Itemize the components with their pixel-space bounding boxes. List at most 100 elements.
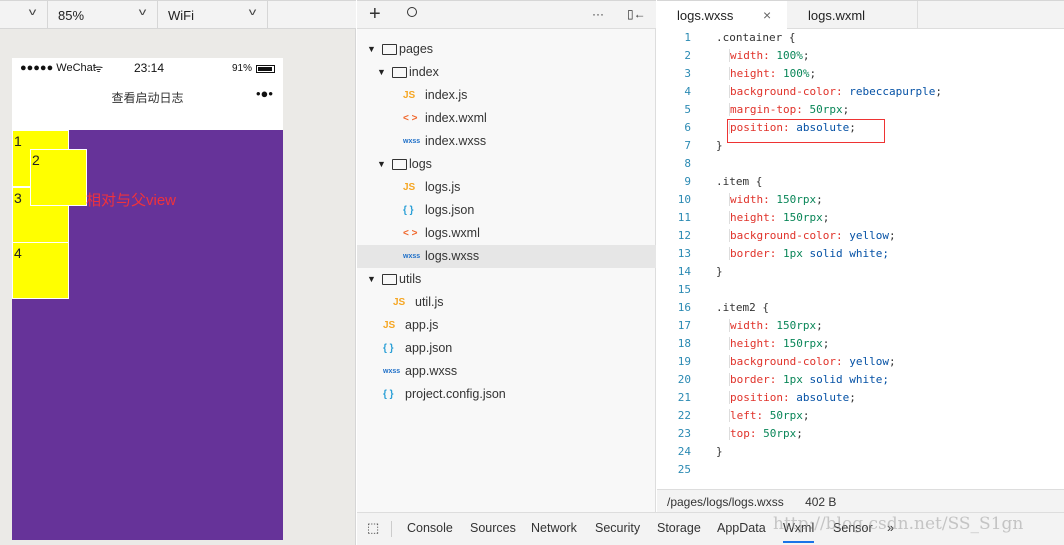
tab-label: logs.wxss: [677, 8, 734, 23]
code-line: }: [716, 445, 723, 458]
code-line: }: [716, 139, 723, 152]
devtools-tab-console[interactable]: Console: [407, 521, 453, 535]
tree-item-util-js[interactable]: JS util.js: [357, 291, 656, 314]
code-token: background-color:: [730, 355, 850, 368]
tree-item-utils[interactable]: ▼ utils: [357, 268, 656, 291]
tab-logs-wxml[interactable]: logs.wxml: [788, 1, 918, 29]
code-token: .container {: [716, 31, 796, 44]
file-size: 402 B: [805, 495, 837, 509]
devtools-tab-appdata[interactable]: AppData: [717, 521, 766, 535]
editor-tabs: logs.wxss × logs.wxml: [657, 0, 1064, 30]
devtools-tab-storage[interactable]: Storage: [657, 521, 701, 535]
code-token: ;: [809, 67, 817, 80]
code-line: height: 150rpx;: [729, 337, 829, 350]
code-line: border: 1px solid white;: [729, 373, 889, 386]
code-token: 150rpx: [782, 337, 823, 350]
code-token: }: [716, 265, 723, 278]
wxss-file-icon: wxss: [403, 253, 421, 260]
nav-title: 查看启动日志: [111, 91, 184, 105]
code-token: ;: [888, 229, 896, 242]
line-number: 21: [677, 391, 691, 404]
code-token: background-color:: [730, 229, 850, 242]
code-line: border: 1px solid white;: [729, 247, 889, 260]
js-file-icon: JS: [403, 182, 416, 193]
line-number: 7: [684, 139, 691, 152]
code-token: width:: [730, 49, 777, 62]
line-number: 20: [677, 373, 691, 386]
tree-item-index-wxss[interactable]: wxss index.wxss: [357, 130, 656, 153]
tree-item-index-wxml[interactable]: < > index.wxml: [357, 107, 656, 130]
tab-logs-wxss[interactable]: logs.wxss ×: [657, 1, 787, 30]
line-number: 23: [677, 427, 691, 440]
network-select[interactable]: WiFi v: [158, 1, 268, 29]
tree-item-label: app.wxss: [405, 364, 458, 378]
network-value: WiFi: [168, 8, 194, 23]
tree-item-pages[interactable]: ▼ pages: [357, 38, 656, 61]
expand-arrow-icon[interactable]: ▼: [377, 153, 386, 176]
code-line: width: 100%;: [729, 49, 809, 62]
code-token: .item {: [716, 175, 763, 188]
code-token: border:: [730, 247, 783, 260]
code-token: ;: [888, 355, 896, 368]
devtools-tab-sources[interactable]: Sources: [470, 521, 516, 535]
expand-arrow-icon[interactable]: ▼: [367, 38, 376, 61]
more-icon[interactable]: ···: [592, 7, 604, 21]
code-line: position: absolute;: [729, 391, 856, 404]
battery-icon: [256, 65, 275, 73]
js-file-icon: JS: [393, 297, 406, 308]
code-token: ;: [802, 49, 810, 62]
expand-arrow-icon[interactable]: ▼: [367, 268, 376, 291]
devtools-tab-network[interactable]: Network: [531, 521, 577, 535]
code-token: ;: [822, 337, 830, 350]
tree-item-logs[interactable]: ▼ logs: [357, 153, 656, 176]
tree-item-project-config-json[interactable]: { } project.config.json: [357, 383, 656, 406]
code-line: left: 50rpx;: [729, 409, 810, 422]
collapse-panel-icon[interactable]: ▯←: [627, 7, 646, 21]
line-number: 15: [677, 283, 691, 296]
code-token: 50rpx: [809, 103, 843, 116]
phone-status-bar: ●●●●● WeChat ᯤ 23:14 91%: [12, 58, 283, 80]
tab-label: logs.wxml: [808, 8, 866, 23]
chevron-down-icon: v: [248, 7, 257, 18]
tree-item-label: app.json: [405, 341, 453, 355]
code-token: background-color:: [730, 85, 850, 98]
add-icon[interactable]: +: [369, 3, 381, 26]
code-line: .container {: [716, 31, 795, 44]
folder-icon: [382, 274, 397, 285]
device-select[interactable]: v: [0, 1, 48, 29]
line-number: 2: [684, 49, 691, 62]
code-token: 150rpx: [782, 211, 823, 224]
tree-item-logs-wxml[interactable]: < > logs.wxml: [357, 222, 656, 245]
expand-arrow-icon[interactable]: ▼: [377, 61, 386, 84]
search-icon[interactable]: [407, 7, 417, 17]
tree-item-app-json[interactable]: { } app.json: [357, 337, 656, 360]
wxml-file-icon: < >: [403, 113, 418, 124]
more-menu-icon[interactable]: •●•: [256, 86, 273, 101]
inspect-icon[interactable]: ⬚: [367, 520, 379, 536]
tree-item-app-wxss[interactable]: wxss app.wxss: [357, 360, 656, 383]
zoom-select[interactable]: 85% v: [48, 1, 158, 29]
json-file-icon: { }: [383, 343, 394, 354]
line-number: 18: [677, 337, 691, 350]
tree-item-index[interactable]: ▼ index: [357, 61, 656, 84]
line-number: 11: [677, 211, 691, 224]
code-token: solid white;: [802, 373, 889, 386]
line-number: 24: [677, 445, 691, 458]
tree-item-logs-wxss[interactable]: wxss logs.wxss: [357, 245, 656, 268]
code-token: 150rpx: [776, 193, 817, 206]
json-file-icon: { }: [383, 389, 394, 400]
close-icon[interactable]: ×: [763, 7, 771, 23]
tree-item-logs-js[interactable]: JS logs.js: [357, 176, 656, 199]
wifi-icon: ᯤ: [94, 64, 104, 75]
code-token: ;: [802, 409, 810, 422]
code-line: height: 150rpx;: [729, 211, 829, 224]
tree-item-app-js[interactable]: JS app.js: [357, 314, 656, 337]
code-token: ;: [935, 85, 942, 98]
tree-item-index-js[interactable]: JS index.js: [357, 84, 656, 107]
folder-icon: [392, 67, 407, 78]
tree-item-label: index: [409, 65, 439, 79]
tree-item-logs-json[interactable]: { } logs.json: [357, 199, 656, 222]
devtools-tab-security[interactable]: Security: [595, 521, 640, 535]
code-line: .item2 {: [716, 301, 769, 314]
code-token: }: [716, 139, 723, 152]
